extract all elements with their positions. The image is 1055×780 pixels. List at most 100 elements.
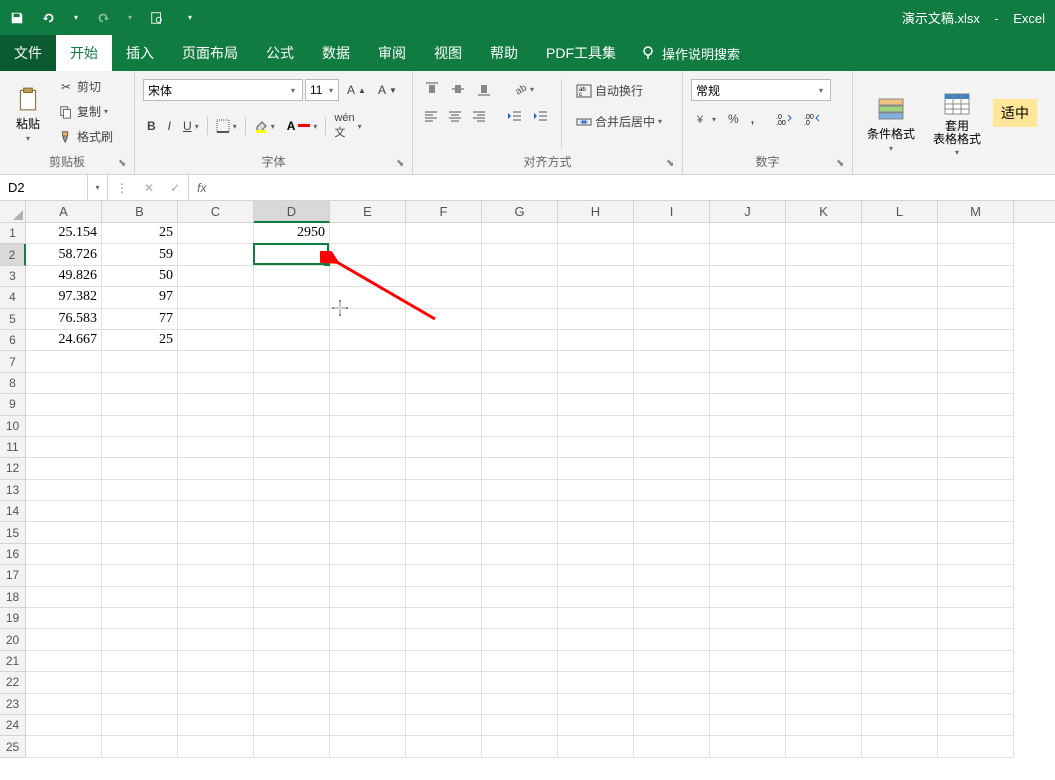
cell-K4[interactable] <box>786 287 862 308</box>
cell-F10[interactable] <box>406 416 482 437</box>
cell-D4[interactable] <box>254 287 330 308</box>
row-header-25[interactable]: 25 <box>0 736 26 757</box>
cell-B12[interactable] <box>102 458 178 479</box>
cell-H25[interactable] <box>558 736 634 757</box>
paste-button[interactable]: 粘贴 ▾ <box>8 75 48 153</box>
cell-M10[interactable] <box>938 416 1014 437</box>
cell-J8[interactable] <box>710 373 786 394</box>
cell-G15[interactable] <box>482 522 558 543</box>
border-button[interactable]: ▾ <box>212 116 241 136</box>
cell-I14[interactable] <box>634 501 710 522</box>
name-box-dropdown[interactable]: ▾ <box>88 175 108 200</box>
cell-F17[interactable] <box>406 565 482 586</box>
cell-J22[interactable] <box>710 672 786 693</box>
cell-I24[interactable] <box>634 715 710 736</box>
cell-I21[interactable] <box>634 651 710 672</box>
cell-H3[interactable] <box>558 266 634 287</box>
cell-D12[interactable] <box>254 458 330 479</box>
cell-G19[interactable] <box>482 608 558 629</box>
decrease-font-button[interactable]: A▼ <box>374 80 401 100</box>
cell-E3[interactable] <box>330 266 406 287</box>
cell-F7[interactable] <box>406 351 482 372</box>
cell-G22[interactable] <box>482 672 558 693</box>
cell-E12[interactable] <box>330 458 406 479</box>
cell-G16[interactable] <box>482 544 558 565</box>
cell-K7[interactable] <box>786 351 862 372</box>
cell-H7[interactable] <box>558 351 634 372</box>
cell-M22[interactable] <box>938 672 1014 693</box>
row-header-9[interactable]: 9 <box>0 394 26 415</box>
font-name-dropdown[interactable]: ▾ <box>291 86 295 95</box>
cell-K14[interactable] <box>786 501 862 522</box>
cell-A20[interactable] <box>26 629 102 650</box>
cell-L11[interactable] <box>862 437 938 458</box>
cell-D22[interactable] <box>254 672 330 693</box>
cell-K16[interactable] <box>786 544 862 565</box>
cell-G3[interactable] <box>482 266 558 287</box>
cell-J19[interactable] <box>710 608 786 629</box>
col-header-E[interactable]: E <box>330 201 406 223</box>
name-box[interactable]: D2 <box>0 175 88 200</box>
cell-B15[interactable] <box>102 522 178 543</box>
cell-H14[interactable] <box>558 501 634 522</box>
cell-C12[interactable] <box>178 458 254 479</box>
cell-E4[interactable] <box>330 287 406 308</box>
conditional-format-button[interactable]: 条件格式 ▾ <box>861 75 921 172</box>
cell-G8[interactable] <box>482 373 558 394</box>
cell-B16[interactable] <box>102 544 178 565</box>
cell-F16[interactable] <box>406 544 482 565</box>
cell-L2[interactable] <box>862 244 938 265</box>
col-header-L[interactable]: L <box>862 201 938 223</box>
cell-G18[interactable] <box>482 587 558 608</box>
cell-M6[interactable] <box>938 330 1014 351</box>
cell-A23[interactable] <box>26 694 102 715</box>
cell-J5[interactable] <box>710 309 786 330</box>
formula-bar[interactable] <box>214 175 1055 200</box>
cell-F11[interactable] <box>406 437 482 458</box>
decrease-decimal-button[interactable]: .00.0 <box>800 110 824 128</box>
cell-A15[interactable] <box>26 522 102 543</box>
cell-L7[interactable] <box>862 351 938 372</box>
cell-J24[interactable] <box>710 715 786 736</box>
cell-E15[interactable] <box>330 522 406 543</box>
font-size-select[interactable] <box>305 79 339 101</box>
cell-M7[interactable] <box>938 351 1014 372</box>
cell-G5[interactable] <box>482 309 558 330</box>
col-header-G[interactable]: G <box>482 201 558 223</box>
cell-K6[interactable] <box>786 330 862 351</box>
cell-F18[interactable] <box>406 587 482 608</box>
select-all-button[interactable] <box>0 201 26 223</box>
cell-E18[interactable] <box>330 587 406 608</box>
cell-D7[interactable] <box>254 351 330 372</box>
cell-I16[interactable] <box>634 544 710 565</box>
cell-G24[interactable] <box>482 715 558 736</box>
cell-K19[interactable] <box>786 608 862 629</box>
tab-file[interactable]: 文件 <box>0 35 56 71</box>
cell-K20[interactable] <box>786 629 862 650</box>
cell-B6[interactable]: 25 <box>102 330 178 351</box>
cell-J1[interactable] <box>710 223 786 244</box>
cell-F6[interactable] <box>406 330 482 351</box>
cell-A9[interactable] <box>26 394 102 415</box>
cell-L5[interactable] <box>862 309 938 330</box>
underline-button[interactable]: U▾ <box>179 116 203 136</box>
confirm-entry-button[interactable]: ✓ <box>170 181 180 195</box>
cell-C7[interactable] <box>178 351 254 372</box>
cell-C17[interactable] <box>178 565 254 586</box>
col-header-F[interactable]: F <box>406 201 482 223</box>
cell-M12[interactable] <box>938 458 1014 479</box>
cell-A21[interactable] <box>26 651 102 672</box>
cell-B19[interactable] <box>102 608 178 629</box>
cell-K15[interactable] <box>786 522 862 543</box>
cell-K24[interactable] <box>786 715 862 736</box>
cell-J18[interactable] <box>710 587 786 608</box>
cell-L23[interactable] <box>862 694 938 715</box>
cell-I1[interactable] <box>634 223 710 244</box>
cell-J11[interactable] <box>710 437 786 458</box>
row-header-12[interactable]: 12 <box>0 458 26 479</box>
cell-L22[interactable] <box>862 672 938 693</box>
cell-B25[interactable] <box>102 736 178 757</box>
cell-C16[interactable] <box>178 544 254 565</box>
cell-C4[interactable] <box>178 287 254 308</box>
align-left-button[interactable] <box>421 107 441 125</box>
